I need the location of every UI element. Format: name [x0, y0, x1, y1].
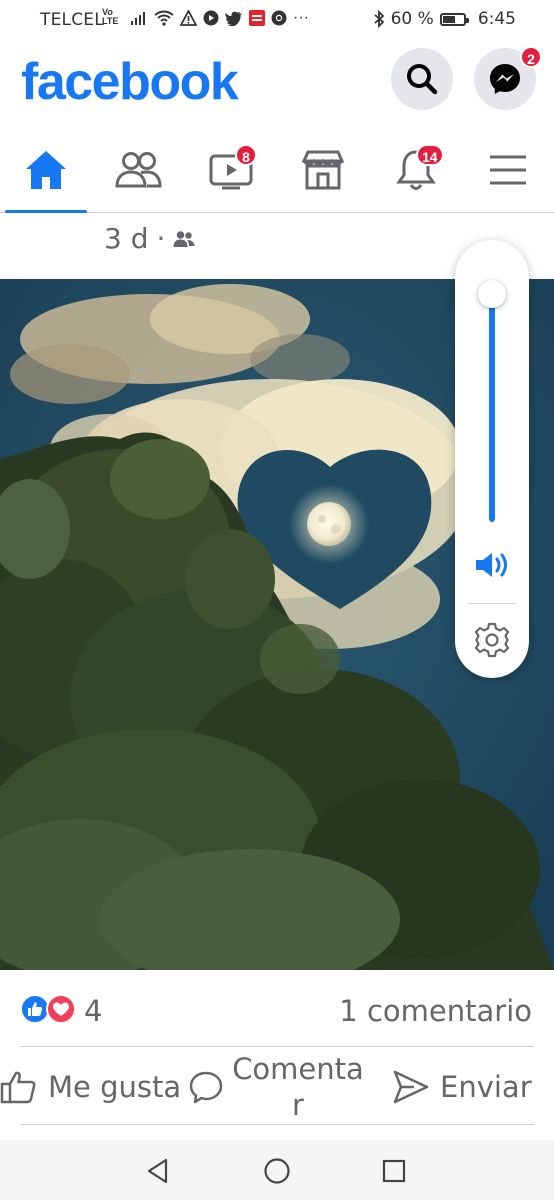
volte-bottom: LTE — [102, 16, 119, 26]
status-icons: ··· — [130, 9, 309, 27]
warning-icon — [180, 10, 197, 26]
speaker-icon — [476, 553, 507, 577]
friends-icon — [115, 152, 162, 188]
bluetooth-icon — [374, 10, 384, 28]
post-meta: 3 d · — [104, 222, 195, 255]
signal-icon — [131, 12, 145, 25]
volume-level — [489, 294, 495, 522]
volume-slider[interactable] — [489, 282, 495, 522]
reactions-divider — [20, 1046, 534, 1047]
store-icon — [301, 150, 345, 190]
hamburger-icon — [490, 155, 526, 185]
notifications-badge: 14 — [416, 144, 444, 166]
home-nav-button[interactable] — [260, 1154, 294, 1188]
messenger-badge: 2 — [520, 46, 542, 68]
chrome-icon — [271, 10, 287, 26]
tab-watch[interactable]: 8 — [191, 132, 271, 208]
home-icon — [26, 151, 66, 189]
twitter-icon — [225, 11, 242, 26]
volume-panel — [455, 240, 529, 678]
back-icon — [147, 1158, 168, 1184]
like-button[interactable]: Me gusta — [0, 1050, 181, 1124]
carrier-name: TELCEL — [40, 10, 104, 30]
messenger-icon — [490, 64, 520, 94]
back-button[interactable] — [141, 1154, 175, 1188]
messenger-button[interactable]: 2 — [474, 46, 542, 110]
comment-button[interactable]: Comentar — [188, 1050, 366, 1124]
recents-icon — [382, 1159, 406, 1183]
search-icon — [407, 64, 438, 95]
gear-icon — [474, 622, 510, 658]
facebook-logo[interactable]: facebook — [21, 52, 239, 112]
comment-label: Comentar — [232, 1052, 364, 1122]
comment-icon — [189, 1071, 223, 1104]
reaction-count[interactable]: 4 — [84, 994, 102, 1028]
battery-icon — [439, 12, 469, 26]
speaker-button[interactable] — [474, 550, 510, 580]
love-reaction-icon — [46, 994, 76, 1024]
send-label: Enviar — [440, 1070, 532, 1104]
comment-count[interactable]: 1 comentario — [339, 994, 532, 1028]
volume-thumb[interactable] — [478, 280, 506, 308]
tab-home[interactable] — [6, 132, 86, 208]
thumbs-up-icon — [0, 1071, 36, 1104]
volume-divider — [467, 603, 517, 604]
reaction-icons[interactable] — [20, 994, 76, 1024]
status-right: 60 % 6:45 — [373, 9, 516, 29]
system-nav-bar — [0, 1140, 554, 1200]
battery-percent: 60 % — [390, 9, 434, 29]
post-actions: Me gusta Comentar Enviar — [0, 1050, 554, 1124]
reactions-row: 4 1 comentario — [0, 972, 554, 1048]
wifi-icon — [154, 10, 174, 26]
main-tab-bar: 8 14 — [0, 132, 554, 213]
post-time[interactable]: 3 d — [104, 222, 149, 255]
send-icon — [393, 1070, 429, 1104]
more-notifications-icon: ··· — [293, 9, 309, 26]
friends-audience-icon — [173, 230, 195, 247]
app-header: facebook 2 — [0, 44, 554, 122]
watch-badge: 8 — [235, 144, 257, 166]
like-label: Me gusta — [48, 1070, 182, 1104]
status-bar: TELCEL Vo LTE ··· 60 % 6:45 — [0, 0, 554, 38]
sound-settings-button[interactable] — [474, 622, 510, 658]
actions-divider — [20, 1124, 534, 1125]
tab-friends[interactable] — [98, 132, 178, 208]
recents-button[interactable] — [377, 1154, 411, 1188]
active-tab-indicator — [5, 210, 87, 213]
app-notification-icon — [249, 10, 265, 26]
tab-menu[interactable] — [468, 132, 548, 208]
tab-marketplace[interactable] — [283, 132, 363, 208]
home-circle-icon — [264, 1158, 290, 1184]
tab-notifications[interactable]: 14 — [376, 132, 456, 208]
meta-separator: · — [156, 222, 166, 255]
volte-indicator: Vo LTE — [102, 8, 118, 26]
clock: 6:45 — [477, 9, 516, 29]
youtube-icon — [203, 10, 219, 26]
search-button[interactable] — [391, 48, 453, 110]
send-button[interactable]: Enviar — [392, 1050, 532, 1124]
